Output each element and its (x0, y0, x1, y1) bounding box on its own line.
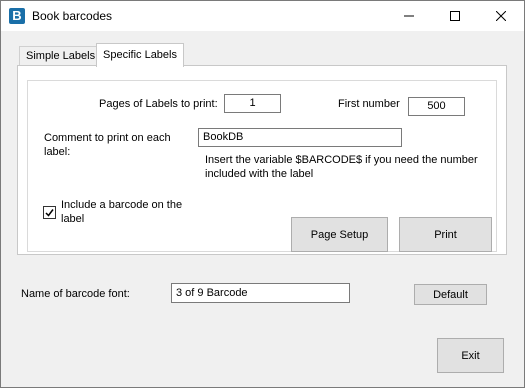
barcode-font-label: Name of barcode font: (21, 288, 130, 300)
barcode-font-input[interactable]: 3 of 9 Barcode (171, 283, 350, 303)
page-setup-button[interactable]: Page Setup (291, 217, 388, 252)
tab-simple-labels[interactable]: Simple Labels (19, 46, 103, 66)
app-icon: B (9, 8, 25, 24)
book-barcodes-window: B Book barcodes Simple Labels Specific L… (0, 0, 525, 388)
first-number-label: First number (338, 98, 400, 110)
comment-label: Comment to print on each label: (44, 132, 171, 158)
tab-specific-labels[interactable]: Specific Labels (96, 43, 184, 67)
close-icon (496, 11, 506, 21)
label-options-group: Pages of Labels to print: 1 First number… (27, 80, 497, 252)
minimize-button[interactable] (386, 1, 432, 31)
minimize-icon (404, 15, 414, 17)
maximize-button[interactable] (432, 1, 478, 31)
checkmark-icon (45, 209, 54, 217)
title-bar[interactable]: B Book barcodes (1, 1, 524, 31)
comment-input[interactable]: BookDB (198, 128, 402, 147)
default-button[interactable]: Default (414, 284, 487, 305)
close-button[interactable] (478, 1, 524, 31)
include-barcode-checkbox[interactable] (43, 206, 56, 219)
pages-label: Pages of Labels to print: (99, 98, 218, 110)
specific-labels-panel: Pages of Labels to print: 1 First number… (17, 65, 507, 255)
window-title: Book barcodes (32, 9, 113, 23)
maximize-icon (450, 11, 460, 21)
barcode-variable-hint: Insert the variable $BARCODE$ if you nee… (205, 154, 478, 180)
first-number-input[interactable]: 500 (408, 97, 465, 116)
include-barcode-label[interactable]: Include a barcode on the label (61, 198, 191, 226)
exit-button[interactable]: Exit (437, 338, 504, 373)
pages-input[interactable]: 1 (224, 94, 281, 113)
print-button[interactable]: Print (399, 217, 492, 252)
